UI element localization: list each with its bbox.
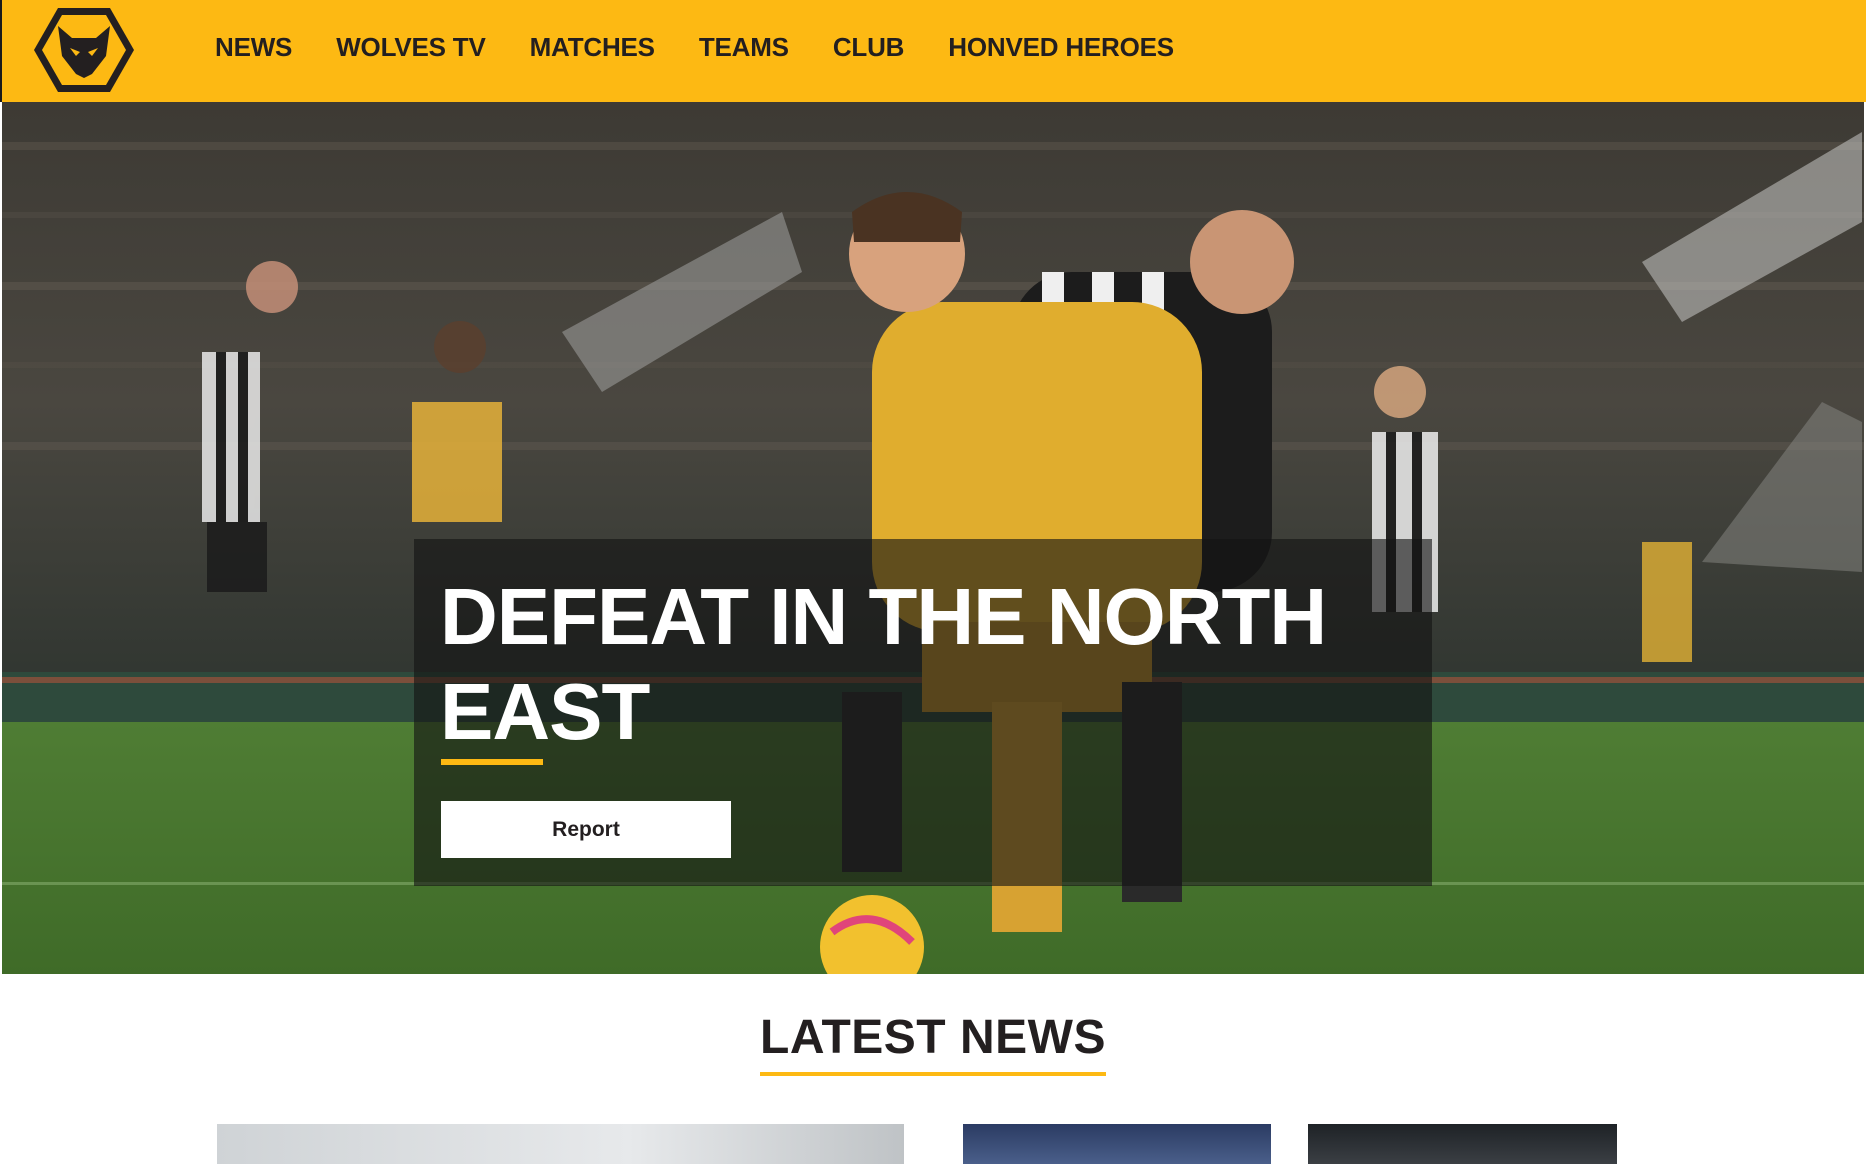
nav-matches[interactable]: MATCHES: [530, 32, 655, 63]
page: NEWS WOLVES TV MATCHES TEAMS CLUB HONVED…: [0, 0, 1866, 1164]
hero-title[interactable]: DEFEAT IN THE NORTH EAST: [440, 569, 1340, 759]
hero-headline-card: DEFEAT IN THE NORTH EAST Report: [414, 539, 1432, 886]
news-card-image[interactable]: [1308, 1124, 1617, 1164]
nav-wolves-tv[interactable]: WOLVES TV: [336, 32, 486, 63]
nav-teams[interactable]: TEAMS: [699, 32, 789, 63]
main-nav: NEWS WOLVES TV MATCHES TEAMS CLUB HONVED…: [215, 0, 1218, 94]
wolf-head-icon[interactable]: [32, 4, 136, 96]
latest-news-section: LATEST NEWS: [0, 1010, 1866, 1076]
nav-club[interactable]: CLUB: [833, 32, 905, 63]
nav-news[interactable]: NEWS: [215, 32, 292, 63]
news-card-image[interactable]: [963, 1124, 1271, 1164]
nav-honved-heroes[interactable]: HONVED HEROES: [948, 32, 1174, 63]
hero-title-underline: [441, 759, 543, 765]
report-button[interactable]: Report: [441, 801, 731, 858]
news-card-image[interactable]: [217, 1124, 904, 1164]
site-header: NEWS WOLVES TV MATCHES TEAMS CLUB HONVED…: [0, 0, 1866, 102]
hero-banner[interactable]: DEFEAT IN THE NORTH EAST Report: [2, 102, 1864, 974]
latest-news-heading: LATEST NEWS: [760, 1010, 1106, 1076]
